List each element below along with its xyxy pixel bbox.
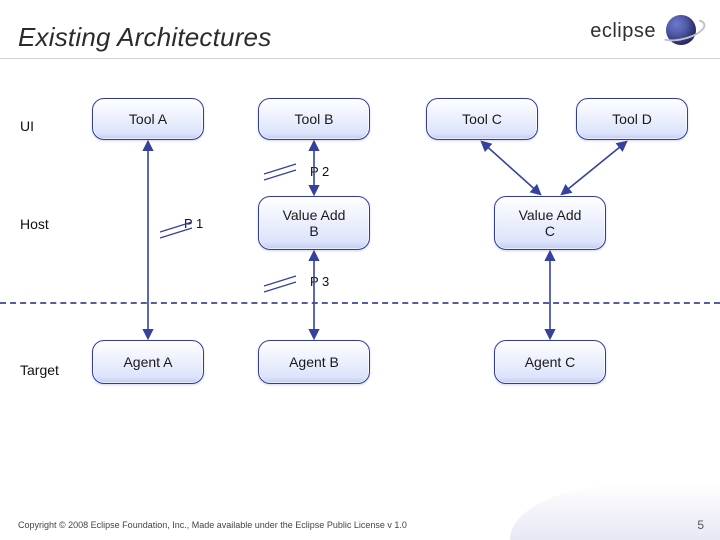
globe-icon — [660, 12, 706, 50]
brand-logo: eclipse — [590, 12, 706, 50]
brand-text: eclipse — [590, 20, 656, 43]
footer-gradient — [510, 484, 720, 540]
title-divider — [0, 58, 720, 59]
diagram-arrows — [0, 60, 720, 480]
copyright-text: Copyright © 2008 Eclipse Foundation, Inc… — [18, 520, 407, 530]
page-title: Existing Architectures — [18, 22, 271, 53]
page-number: 5 — [697, 518, 704, 532]
